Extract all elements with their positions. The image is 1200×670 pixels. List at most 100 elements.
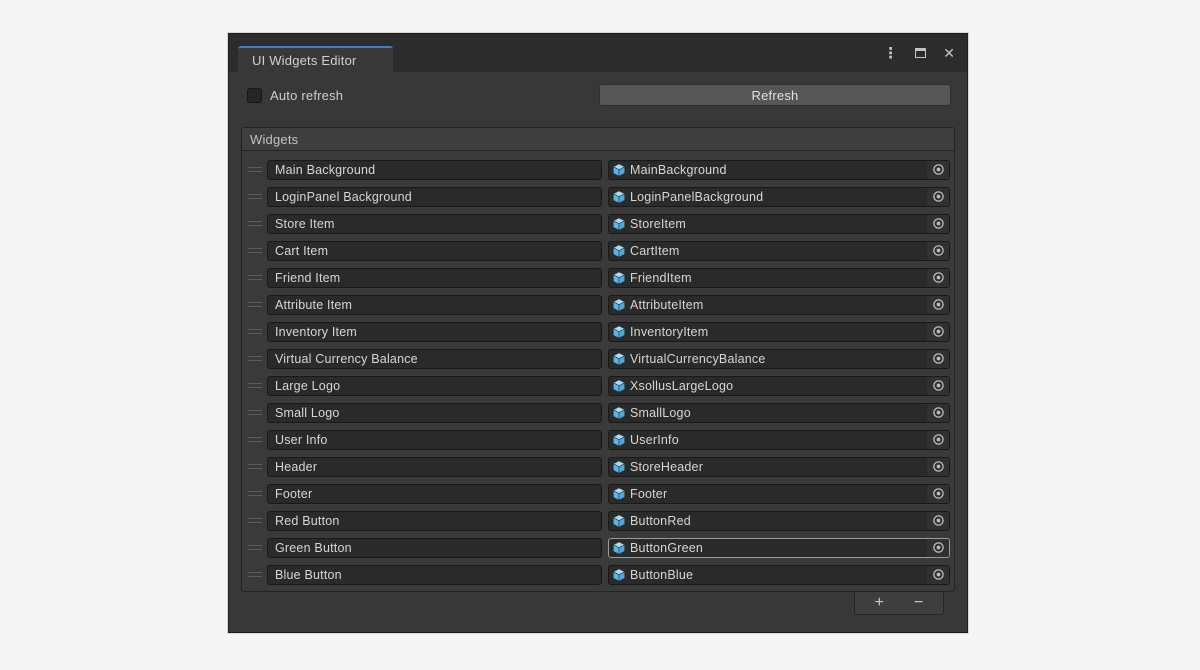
prefab-object-field[interactable]: StoreHeader bbox=[608, 457, 950, 477]
widget-name-input[interactable] bbox=[267, 376, 602, 396]
drag-handle-icon[interactable] bbox=[248, 273, 262, 282]
prefab-cube-icon bbox=[612, 568, 626, 582]
auto-refresh-label: Auto refresh bbox=[270, 88, 343, 103]
drag-handle-icon[interactable] bbox=[248, 462, 262, 471]
tab-ui-widgets-editor[interactable]: UI Widgets Editor bbox=[238, 46, 393, 72]
prefab-cube-icon bbox=[612, 487, 626, 501]
object-picker-icon[interactable] bbox=[927, 458, 949, 476]
widget-name-input[interactable] bbox=[267, 538, 602, 558]
object-picker-icon[interactable] bbox=[927, 431, 949, 449]
prefab-object-field[interactable]: InventoryItem bbox=[608, 322, 950, 342]
drag-handle-icon[interactable] bbox=[248, 516, 262, 525]
drag-handle-icon[interactable] bbox=[248, 435, 262, 444]
prefab-name: VirtualCurrencyBalance bbox=[630, 352, 927, 366]
widget-name-input[interactable] bbox=[267, 349, 602, 369]
object-picker-icon[interactable] bbox=[927, 377, 949, 395]
widget-name-input[interactable] bbox=[267, 457, 602, 477]
remove-widget-button[interactable]: − bbox=[904, 595, 934, 611]
drag-handle-icon[interactable] bbox=[248, 327, 262, 336]
prefab-cube-icon bbox=[612, 217, 626, 231]
object-picker-icon[interactable] bbox=[927, 539, 949, 557]
auto-refresh-toggle[interactable]: Auto refresh bbox=[247, 88, 343, 103]
prefab-name: ButtonRed bbox=[630, 514, 927, 528]
drag-handle-icon[interactable] bbox=[248, 570, 262, 579]
prefab-name: InventoryItem bbox=[630, 325, 927, 339]
widget-name-input[interactable] bbox=[267, 430, 602, 450]
list-footer: + − bbox=[241, 592, 955, 615]
prefab-cube-icon bbox=[612, 163, 626, 177]
prefab-name: CartItem bbox=[630, 244, 927, 258]
object-picker-icon[interactable] bbox=[927, 161, 949, 179]
auto-refresh-checkbox[interactable] bbox=[247, 88, 262, 103]
prefab-cube-icon bbox=[612, 325, 626, 339]
prefab-name: XsollusLargeLogo bbox=[630, 379, 927, 393]
widget-name-input[interactable] bbox=[267, 484, 602, 504]
object-picker-icon[interactable] bbox=[927, 485, 949, 503]
drag-handle-icon[interactable] bbox=[248, 381, 262, 390]
widget-name-input[interactable] bbox=[267, 322, 602, 342]
add-widget-button[interactable]: + bbox=[864, 595, 894, 611]
window-controls: ⋮ ✕ bbox=[883, 34, 955, 72]
object-picker-icon[interactable] bbox=[927, 242, 949, 260]
object-picker-icon[interactable] bbox=[927, 188, 949, 206]
drag-handle-icon[interactable] bbox=[248, 165, 262, 174]
prefab-object-field[interactable]: ButtonBlue bbox=[608, 565, 950, 585]
prefab-cube-icon bbox=[612, 433, 626, 447]
prefab-object-field[interactable]: CartItem bbox=[608, 241, 950, 261]
drag-handle-icon[interactable] bbox=[248, 354, 262, 363]
drag-handle-icon[interactable] bbox=[248, 192, 262, 201]
drag-handle-icon[interactable] bbox=[248, 219, 262, 228]
prefab-object-field[interactable]: ButtonRed bbox=[608, 511, 950, 531]
object-picker-icon[interactable] bbox=[927, 215, 949, 233]
tab-strip: UI Widgets Editor ⋮ ✕ bbox=[229, 34, 967, 72]
widget-name-input[interactable] bbox=[267, 268, 602, 288]
prefab-object-field[interactable]: XsollusLargeLogo bbox=[608, 376, 950, 396]
refresh-button[interactable]: Refresh bbox=[599, 84, 951, 106]
prefab-cube-icon bbox=[612, 541, 626, 555]
widget-row-loginpanel-background: LoginPanelBackground bbox=[248, 183, 950, 210]
widget-name-input[interactable] bbox=[267, 241, 602, 261]
widget-name-input[interactable] bbox=[267, 565, 602, 585]
prefab-object-field[interactable]: FriendItem bbox=[608, 268, 950, 288]
prefab-object-field[interactable]: Footer bbox=[608, 484, 950, 504]
prefab-cube-icon bbox=[612, 298, 626, 312]
close-icon[interactable]: ✕ bbox=[943, 46, 955, 60]
widget-name-input[interactable] bbox=[267, 295, 602, 315]
prefab-object-field[interactable]: SmallLogo bbox=[608, 403, 950, 423]
prefab-object-field[interactable]: UserInfo bbox=[608, 430, 950, 450]
widget-name-input[interactable] bbox=[267, 403, 602, 423]
drag-handle-icon[interactable] bbox=[248, 408, 262, 417]
prefab-name: Footer bbox=[630, 487, 927, 501]
drag-handle-icon[interactable] bbox=[248, 300, 262, 309]
prefab-cube-icon bbox=[612, 271, 626, 285]
drag-handle-icon[interactable] bbox=[248, 246, 262, 255]
widget-name-input[interactable] bbox=[267, 187, 602, 207]
widget-name-input[interactable] bbox=[267, 160, 602, 180]
kebab-menu-icon[interactable]: ⋮ bbox=[883, 46, 898, 61]
widgets-list-body: MainBackground LoginPanelBackground bbox=[241, 150, 955, 592]
prefab-object-field[interactable]: MainBackground bbox=[608, 160, 950, 180]
object-picker-icon[interactable] bbox=[927, 323, 949, 341]
widget-row-friend-item: FriendItem bbox=[248, 264, 950, 291]
object-picker-icon[interactable] bbox=[927, 566, 949, 584]
prefab-object-field-focused[interactable]: ButtonGreen bbox=[608, 538, 950, 558]
maximize-icon[interactable] bbox=[915, 48, 926, 58]
object-picker-icon[interactable] bbox=[927, 350, 949, 368]
widget-row-header: StoreHeader bbox=[248, 453, 950, 480]
prefab-name: StoreHeader bbox=[630, 460, 927, 474]
widget-name-input[interactable] bbox=[267, 214, 602, 234]
widget-name-input[interactable] bbox=[267, 511, 602, 531]
prefab-object-field[interactable]: AttributeItem bbox=[608, 295, 950, 315]
prefab-name: FriendItem bbox=[630, 271, 927, 285]
prefab-object-field[interactable]: LoginPanelBackground bbox=[608, 187, 950, 207]
widget-row-large-logo: XsollusLargeLogo bbox=[248, 372, 950, 399]
object-picker-icon[interactable] bbox=[927, 512, 949, 530]
object-picker-icon[interactable] bbox=[927, 296, 949, 314]
drag-handle-icon[interactable] bbox=[248, 543, 262, 552]
object-picker-icon[interactable] bbox=[927, 404, 949, 422]
object-picker-icon[interactable] bbox=[927, 269, 949, 287]
drag-handle-icon[interactable] bbox=[248, 489, 262, 498]
prefab-name: AttributeItem bbox=[630, 298, 927, 312]
prefab-object-field[interactable]: StoreItem bbox=[608, 214, 950, 234]
prefab-object-field[interactable]: VirtualCurrencyBalance bbox=[608, 349, 950, 369]
